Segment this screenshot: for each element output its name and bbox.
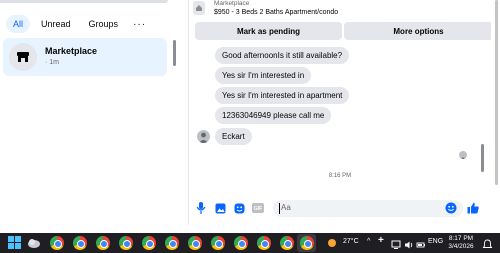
windows-start-icon[interactable]	[8, 236, 22, 250]
sticker-icon[interactable]	[233, 202, 245, 214]
listing-header[interactable]: Marketplace $950 - 3 Beds 2 Baths Apartm…	[189, 0, 491, 22]
sender-avatar[interactable]	[197, 130, 210, 143]
panel-divider	[0, 0, 168, 3]
listing-title: $950 - 3 Beds 2 Baths Apartment/condo	[214, 9, 339, 16]
composer: GIF Aa	[189, 197, 491, 221]
seen-avatar	[459, 151, 467, 159]
listing-thumbnail	[193, 1, 205, 15]
page-scrollbar[interactable]	[491, 0, 500, 233]
conversation-time: · 1m	[45, 59, 59, 66]
message-bubble[interactable]: Eckart	[215, 128, 252, 145]
mark-as-pending-button[interactable]: Mark as pending	[195, 22, 342, 40]
svg-text:GIF: GIF	[254, 206, 262, 212]
chrome-icon[interactable]	[142, 236, 156, 250]
chrome-icon[interactable]	[96, 236, 110, 250]
chat-panel: Marketplace $950 - 3 Beds 2 Baths Apartm…	[188, 0, 493, 225]
chrome-icon[interactable]	[119, 236, 133, 250]
temperature[interactable]: 27°C	[343, 238, 359, 245]
network-icon[interactable]	[391, 237, 405, 251]
microphone-icon[interactable]	[195, 202, 207, 214]
filter-unread[interactable]: Unread	[34, 15, 78, 33]
conversation-panel: All Unread Groups ··· Marketplace · 1m	[0, 0, 180, 233]
conversation-item-marketplace[interactable]: Marketplace · 1m	[3, 38, 167, 76]
filter-groups[interactable]: Groups	[82, 15, 126, 33]
page-scrollbar-thumb[interactable]	[495, 0, 498, 185]
chevron-up-icon[interactable]: ^	[367, 238, 370, 245]
message-placeholder: Aa	[281, 203, 291, 212]
more-options-button[interactable]: More options	[344, 22, 493, 40]
message-bubble[interactable]: 12363046949 please call me	[215, 107, 332, 124]
filter-tabs: All Unread Groups ···	[6, 15, 150, 33]
person-icon	[461, 157, 465, 159]
scrollbar[interactable]	[173, 40, 176, 66]
message-timestamp: 8:16 PM	[328, 173, 352, 179]
chrome-icon[interactable]	[280, 236, 294, 250]
clock-date: 3/4/2026	[448, 243, 474, 250]
text-caret	[279, 203, 280, 214]
emoji-icon[interactable]	[445, 202, 457, 214]
listing-label: Marketplace	[214, 0, 250, 7]
clock-time: 8:17 PM	[448, 235, 474, 242]
conversation-name: Marketplace	[45, 46, 98, 56]
photo-icon[interactable]	[214, 202, 226, 214]
person-icon	[199, 132, 208, 143]
notification-icon[interactable]	[482, 237, 496, 251]
chrome-icon[interactable]	[257, 236, 271, 250]
chrome-icon[interactable]	[50, 236, 64, 250]
plus-icon[interactable]: +	[378, 235, 384, 246]
house-icon	[196, 5, 202, 11]
chrome-icon[interactable]	[300, 236, 314, 250]
marketplace-icon	[17, 52, 29, 62]
clock[interactable]: 8:17 PM 3/4/2026	[446, 235, 476, 251]
filter-all[interactable]: All	[6, 15, 31, 33]
message-bubble[interactable]: Good afternoonIs it still available?	[215, 47, 350, 64]
taskbar: 27°C ^ + ENG 8:17 PM 3/4/2026	[0, 233, 500, 253]
message-input[interactable]: Aa	[273, 200, 463, 217]
chrome-icon[interactable]	[165, 236, 179, 250]
gif-icon[interactable]: GIF	[252, 202, 264, 214]
chrome-icon[interactable]	[211, 236, 225, 250]
message-bubble[interactable]: Yes sir I'm interested in apartment	[215, 87, 350, 104]
chrome-icon[interactable]	[234, 236, 248, 250]
weather-sun-icon[interactable]	[326, 236, 340, 250]
language-indicator[interactable]: ENG	[428, 238, 443, 245]
avatar	[9, 43, 37, 71]
more-filters-button[interactable]: ···	[129, 19, 150, 30]
chrome-icon[interactable]	[73, 236, 87, 250]
thumbs-up-icon[interactable]	[467, 202, 479, 214]
message-bubble[interactable]: Yes sir I'm interested in	[215, 67, 312, 84]
weather-app-icon[interactable]	[27, 236, 41, 250]
chat-scrollbar[interactable]	[481, 144, 484, 172]
chrome-icon[interactable]	[188, 236, 202, 250]
